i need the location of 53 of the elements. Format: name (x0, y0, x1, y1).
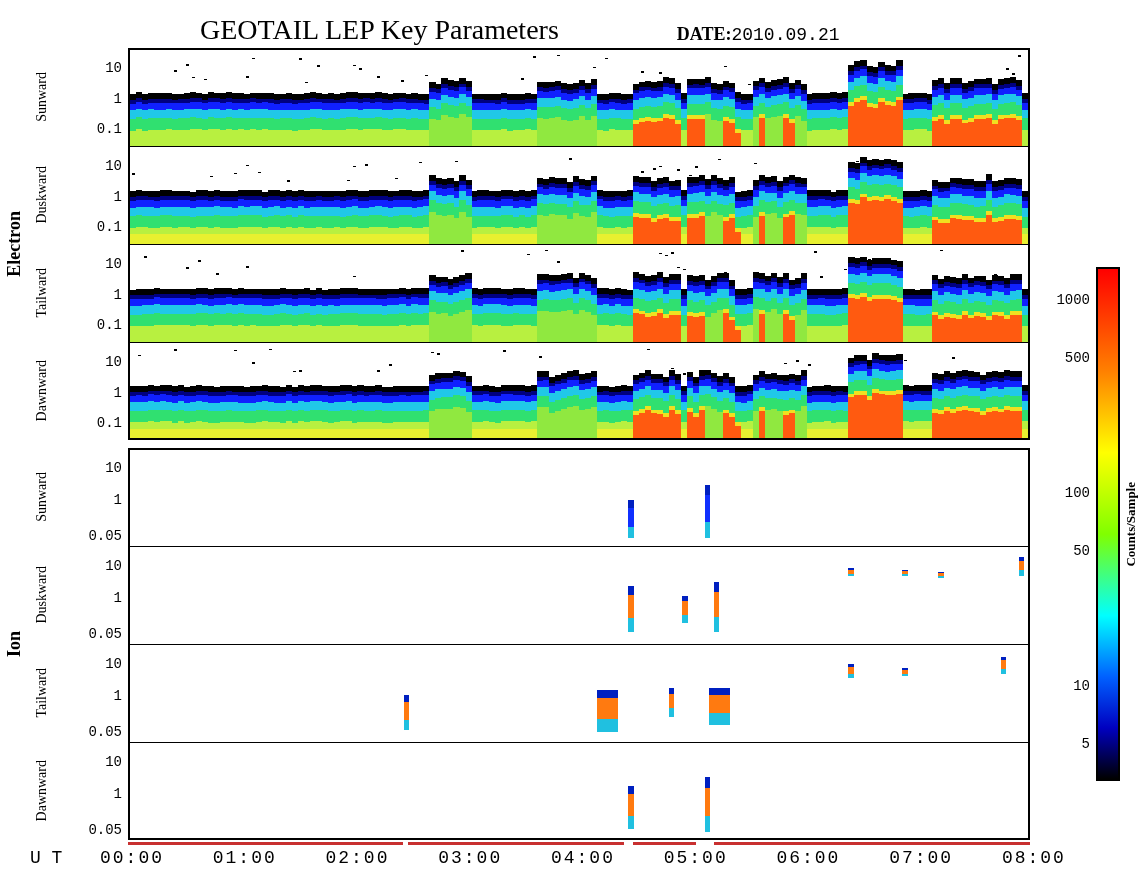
y-tick-label: 10 (105, 256, 122, 271)
time-tick-label: 01:00 (212, 849, 277, 867)
particle-group-label: Ion (2, 631, 25, 657)
y-tick-label: 1 (113, 385, 122, 400)
y-tick-label: 0.05 (88, 529, 122, 544)
colorbar-title: Counts/Sample (1122, 481, 1140, 567)
y-tick-label: 10 (105, 60, 122, 75)
direction-label: Tailward (32, 668, 50, 718)
time-tick-label: 07:00 (889, 849, 954, 867)
direction-label: Duskward (32, 166, 50, 224)
particle-group-label: Electron (2, 211, 25, 277)
y-tick-label: 1 (113, 91, 122, 106)
direction-label: Sunward (32, 472, 50, 522)
time-tick-label: 03:00 (438, 849, 503, 867)
y-tick-label: 1 (113, 590, 122, 605)
y-tick-label: 1 (113, 786, 122, 801)
y-tick-label: 10 (105, 754, 122, 769)
direction-label: Dawnward (32, 360, 50, 422)
colorbar-tick-label: 5 (1081, 737, 1090, 752)
plot-title: GEOTAIL LEP Key Parameters (200, 16, 559, 44)
y-tick-label: 10 (105, 656, 122, 671)
y-tick-label: 10 (105, 558, 122, 573)
y-tick-label: 1 (113, 189, 122, 204)
colorbar-tick-label: 100 (1064, 486, 1090, 500)
y-tick-label: 1 (113, 688, 122, 703)
y-tick-label: 0.1 (96, 122, 122, 137)
time-tick-label: 02:00 (325, 849, 390, 867)
y-tick-label: 0.1 (96, 416, 122, 431)
colorbar-tick-label: 10 (1073, 679, 1090, 693)
time-tick-label: 08:00 (1001, 849, 1066, 867)
y-tick-label: 10 (105, 354, 122, 369)
time-tick-label: 05:00 (663, 849, 728, 867)
y-tick-label: 10 (105, 460, 122, 475)
y-tick-label: 1 (113, 492, 122, 507)
direction-label: Sunward (32, 72, 50, 122)
time-tick-label: 00:00 (100, 849, 164, 867)
y-tick-label: 0.1 (96, 318, 122, 333)
y-tick-label: 1 (113, 287, 122, 302)
time-tick-label: 06:00 (776, 849, 841, 867)
direction-label: Duskward (32, 566, 50, 624)
y-tick-label: 10 (105, 158, 122, 173)
y-tick-label: 0.1 (96, 220, 122, 235)
direction-label: Dawnward (32, 760, 50, 822)
colorbar-tick-label: 1000 (1056, 293, 1090, 307)
colorbar-tick-label: 500 (1064, 351, 1090, 366)
y-tick-label: 0.05 (88, 725, 122, 740)
colorbar-tick-label: 50 (1073, 544, 1090, 559)
date-label: DATE:2010.09.21 (676, 25, 840, 44)
direction-label: Tailward (32, 268, 50, 318)
y-tick-label: 0.05 (88, 823, 122, 838)
y-tick-label: 0.05 (88, 627, 122, 642)
time-axis-label: U T (29, 849, 64, 867)
time-tick-label: 04:00 (550, 849, 615, 867)
